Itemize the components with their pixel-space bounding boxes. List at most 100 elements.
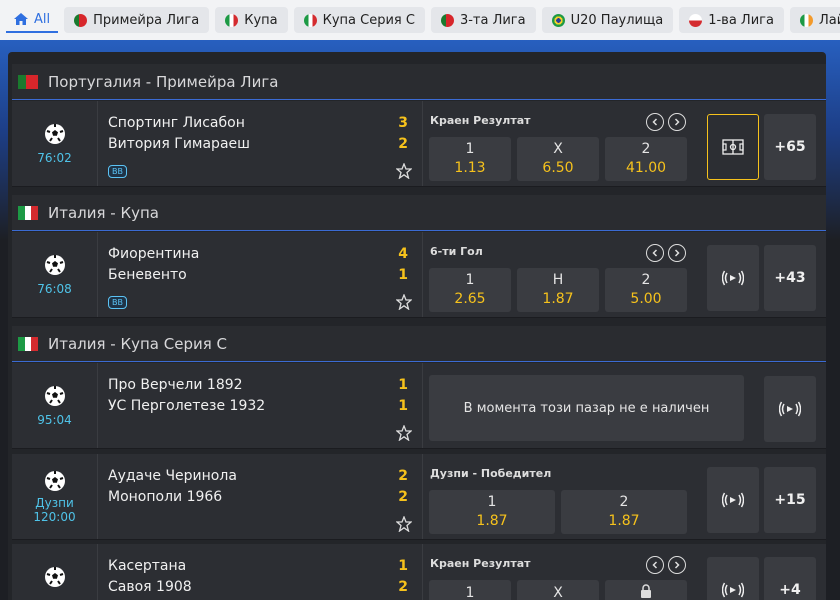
odd-button[interactable]: 1 1.13: [429, 137, 511, 181]
favorite-star-icon[interactable]: [396, 516, 412, 532]
match-clock: Дузпи 120:00: [33, 496, 75, 524]
lock-icon: [641, 584, 651, 598]
tab-label: Купа Серия C: [322, 12, 415, 28]
chevron-right-icon[interactable]: [668, 113, 686, 131]
market-arrows: [646, 244, 686, 262]
live-stream-button[interactable]: [707, 467, 759, 533]
match-clock: 95:04: [37, 412, 72, 427]
divider: [422, 544, 423, 600]
home-score: 3: [398, 115, 408, 131]
teams[interactable]: Касертана 1 Савоя 1908 2: [108, 556, 408, 598]
soccer-ball-icon: [44, 123, 65, 144]
chevron-right-icon[interactable]: [668, 244, 686, 262]
home-score: 1: [398, 558, 408, 574]
divider: [422, 454, 423, 539]
home-team: Аудаче Черинола: [108, 468, 237, 484]
live-broadcast-icon: [779, 401, 801, 417]
more-markets-button[interactable]: +65: [764, 114, 816, 180]
teams[interactable]: Про Верчели 1892 1 УС Перголетезе 1932 1: [108, 375, 408, 417]
tab-layn[interactable]: Лайн: [789, 7, 840, 33]
odd-button[interactable]: X: [517, 580, 599, 600]
live-stream-button[interactable]: [707, 557, 759, 600]
odd-button[interactable]: Н 1.87: [517, 268, 599, 312]
league-title: Португалия - Примейра Лига: [48, 72, 279, 91]
soccer-ball-icon: [44, 567, 65, 587]
tab-1va-liga[interactable]: 1-ва Лига: [679, 7, 784, 33]
teams[interactable]: Аудаче Черинола 2 Монополи 1966 2: [108, 466, 408, 508]
chevron-right-icon[interactable]: [668, 556, 686, 574]
tab-label: Купа: [244, 12, 278, 28]
live-stream-button[interactable]: [707, 245, 759, 311]
match-row: Касертана 1 Савоя 1908 2 Краен Резултат 1 …: [12, 544, 826, 600]
field-view-button[interactable]: [707, 114, 759, 180]
market-arrows: [646, 113, 686, 131]
tab-kupa-seria-c[interactable]: Купа Серия C: [293, 7, 425, 33]
away-score: 1: [398, 398, 408, 414]
italy-flag-icon: [18, 205, 39, 220]
tab-label: Примейра Лига: [93, 12, 200, 28]
odd-button[interactable]: 2 5.00: [605, 268, 687, 312]
italy-flag-icon: [18, 336, 39, 351]
away-team: Савоя 1908: [108, 579, 192, 595]
favorite-star-icon[interactable]: [396, 425, 412, 441]
home-score: 1: [398, 377, 408, 393]
portugal-flag-icon: [18, 74, 38, 89]
more-markets-button[interactable]: +43: [764, 245, 816, 311]
more-markets-button[interactable]: +15: [764, 467, 816, 533]
live-stream-button[interactable]: [764, 376, 816, 442]
soccer-field-icon: [722, 139, 744, 155]
odd-button[interactable]: 2 41.00: [605, 137, 687, 181]
teams[interactable]: Фиорентина 4 Беневенто 1: [108, 244, 408, 286]
tab-label: All: [34, 11, 51, 27]
tab-u20-paulista[interactable]: U20 Паулища: [541, 7, 674, 33]
home-team: Фиорентина: [108, 246, 200, 262]
soccer-ball-icon: [44, 385, 65, 406]
tab-kupa[interactable]: Купа: [215, 7, 288, 33]
italy-flag-icon: [303, 13, 317, 27]
odd-button[interactable]: 1: [429, 580, 511, 600]
league-header[interactable]: Португалия - Примейра Лига: [12, 64, 826, 100]
divider: [422, 101, 423, 186]
tab-3ta-liga[interactable]: 3-та Лига: [430, 7, 536, 33]
match-time: 120:00: [33, 509, 76, 524]
league-header[interactable]: Италия - Купа: [12, 195, 826, 231]
away-score: 2: [398, 489, 408, 505]
odd-button[interactable]: 1 2.65: [429, 268, 511, 312]
favorite-star-icon[interactable]: [396, 294, 412, 310]
favorite-star-icon[interactable]: [396, 163, 412, 179]
away-score: 2: [398, 136, 408, 152]
chevron-left-icon[interactable]: [646, 244, 664, 262]
tab-label: Лайн: [818, 12, 840, 28]
match-time-cell: 76:02: [12, 101, 98, 186]
tab-primeira-liga[interactable]: Примейра Лига: [64, 7, 210, 33]
bet-builder-badge: BB: [108, 165, 127, 178]
market-title: 6-ти Гол: [430, 245, 483, 258]
tab-label: 3-та Лига: [459, 12, 526, 28]
market-title: Краен Резултат: [430, 557, 531, 570]
league-title: Италия - Купа Серия C: [48, 334, 227, 353]
match-row: Дузпи 120:00 Аудаче Черинола 2 Монополи 19…: [12, 454, 826, 540]
teams[interactable]: Спортинг Лисабон 3 Витория Гимараеш 2: [108, 113, 408, 155]
match-time-cell: 95:04: [12, 363, 98, 448]
match-clock: 76:02: [37, 150, 72, 165]
market-unavailable-message: В момента този пазар не е наличен: [429, 375, 744, 441]
odd-button[interactable]: 2 1.87: [561, 490, 687, 534]
bet-builder-badge: BB: [108, 296, 127, 309]
chevron-left-icon[interactable]: [646, 113, 664, 131]
poland-flag-icon: [689, 13, 703, 27]
more-markets-button[interactable]: +4: [764, 557, 816, 600]
live-broadcast-icon: [722, 270, 744, 286]
odd-button[interactable]: 1 1.87: [429, 490, 555, 534]
match-time-cell: Дузпи 120:00: [12, 454, 98, 539]
league-header[interactable]: Италия - Купа Серия C: [12, 326, 826, 362]
chevron-left-icon[interactable]: [646, 556, 664, 574]
tab-all[interactable]: All: [6, 7, 59, 33]
away-team: УС Перголетезе 1932: [108, 398, 266, 414]
home-score: 2: [398, 468, 408, 484]
match-row: 76:08 Фиорентина 4 Беневенто 1 BB 6-ти Гол…: [12, 232, 826, 318]
odd-button[interactable]: X 6.50: [517, 137, 599, 181]
match-clock: 76:08: [37, 281, 72, 296]
brazil-flag-icon: [551, 13, 565, 27]
tab-label: 1-ва Лига: [708, 12, 774, 28]
divider: [422, 232, 423, 317]
